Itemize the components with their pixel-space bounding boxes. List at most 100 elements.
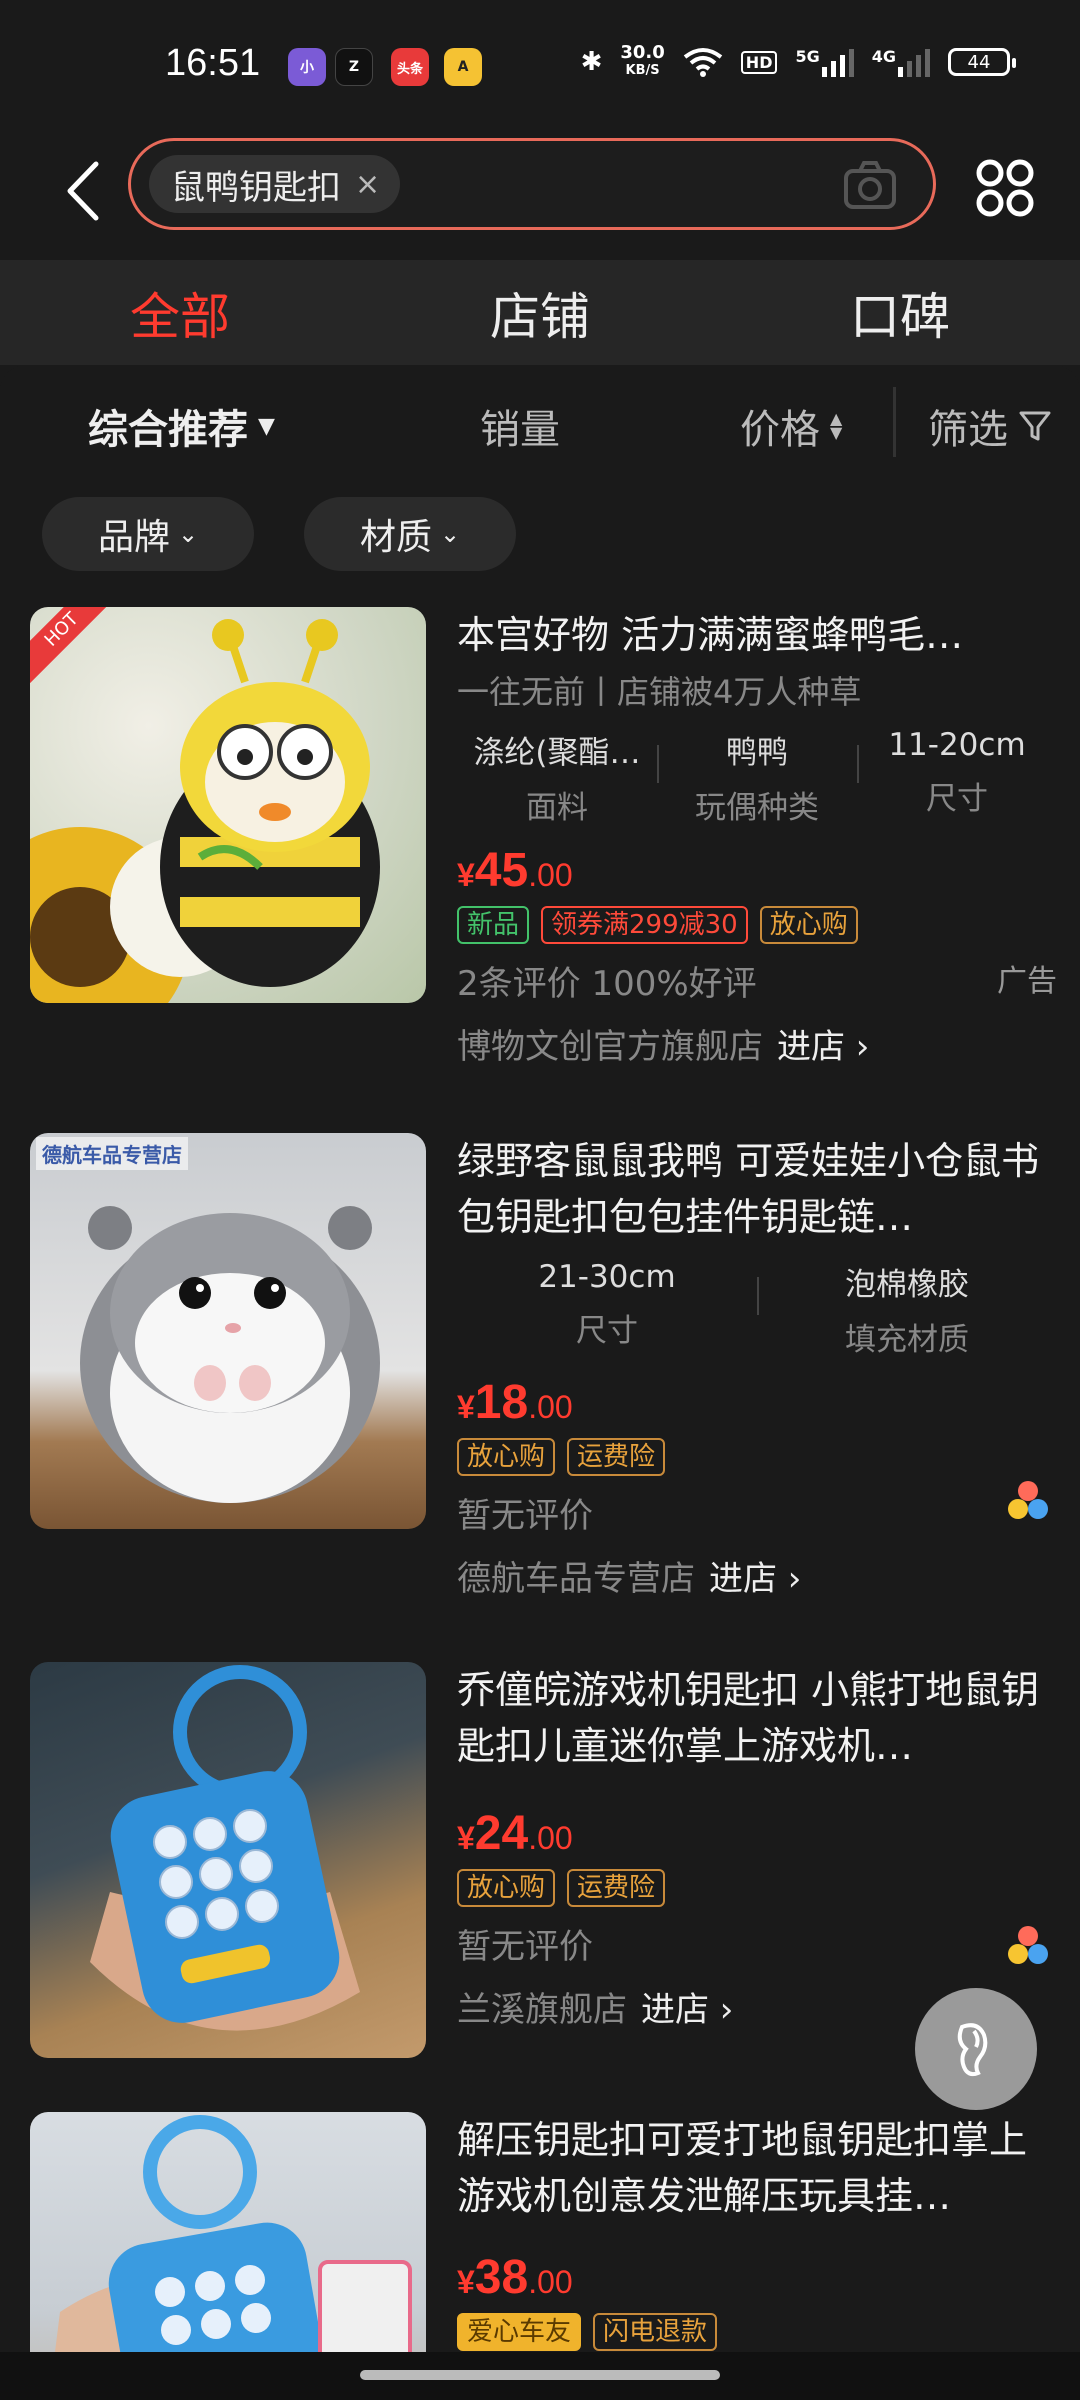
ad-label: 广告 <box>997 964 1057 999</box>
badge-caring: 爱心车友 <box>457 2313 582 2351</box>
price-integer: 38 <box>474 2251 529 2304</box>
product-image[interactable]: HOT <box>30 607 426 1003</box>
product-price: ¥38.00 <box>457 2250 1057 2305</box>
product-title[interactable]: 绿野客鼠鼠我鸭 可爱娃娃小仓鼠书包钥匙扣包包挂件钥匙链… <box>457 1133 1057 1245</box>
bee-duck-plush-image <box>30 619 380 1003</box>
product-badges: 新品 领券满299减30 放心购 <box>457 906 1057 944</box>
funnel-icon <box>1019 411 1051 441</box>
product-card[interactable]: 解压钥匙扣可爱打地鼠钥匙扣掌上游戏机创意发泄解压玩具挂… ¥38.00 爱心车友… <box>0 2112 1080 2352</box>
product-badges: 放心购 运费险 <box>457 1869 1057 1907</box>
attribute: 泡棉橡胶 填充材质 <box>757 1259 1057 1359</box>
price-integer: 45 <box>474 844 529 897</box>
back-arrow-icon[interactable] <box>58 156 118 226</box>
product-price: ¥18.00 <box>457 1375 1057 1430</box>
store-name[interactable]: 兰溪旗舰店 <box>457 1990 627 2030</box>
sort-sales-label: 销量 <box>480 407 560 453</box>
product-title[interactable]: 本宫好物 活力满满蜜蜂鸭毛… <box>457 607 1057 663</box>
keychain-toy-image <box>55 2115 412 2352</box>
browse-history-button[interactable] <box>915 1988 1037 2110</box>
system-navigation-bar <box>0 2352 1080 2400</box>
sort-comprehensive[interactable]: 综合推荐 ▼ <box>88 397 275 455</box>
enter-store-link[interactable]: 进店 › <box>777 1027 869 1067</box>
filter-button[interactable]: 筛选 <box>928 397 1052 455</box>
badge-shipping-insurance: 运费险 <box>567 1869 666 1907</box>
review-summary: 暂无评价 <box>457 1488 1057 1537</box>
badge-assured: 放心购 <box>457 1438 556 1476</box>
search-input[interactable]: 鼠鸭钥匙扣 × <box>128 138 936 230</box>
signal-4g-icon: 4G <box>872 47 930 77</box>
product-info: 本宫好物 活力满满蜜蜂鸭毛… 一往无前丨店铺被4万人种草 涤纶(聚酯… 面料 鸭鸭… <box>457 607 1057 1068</box>
product-card[interactable]: 乔僮皖游戏机钥匙扣 小熊打地鼠钥匙扣儿童迷你掌上游戏机… ¥24.00 放心购 … <box>0 1662 1080 2082</box>
price-decimal: .00 <box>528 2264 573 2300</box>
enter-store-link[interactable]: 进店 › <box>641 1990 733 2030</box>
status-bar: 16:51 小 Z 头条 A ✱ 30.0 KB/S HD 5G 4G 44 <box>0 0 1080 130</box>
product-info: 解压钥匙扣可爱打地鼠钥匙扣掌上游戏机创意发泄解压玩具挂… ¥38.00 爱心车友… <box>457 2112 1057 2351</box>
signal-bars <box>898 47 930 77</box>
currency-symbol: ¥ <box>457 857 475 893</box>
app-notification-icon: 头条 <box>391 48 429 86</box>
clear-keyword-icon[interactable]: × <box>355 167 380 202</box>
product-card[interactable]: HOT 本宫好物 活力满满蜜蜂鸭毛… 一往无前丨店铺被4万人种草 涤纶(聚酯… 面… <box>0 607 1080 1087</box>
review-text: 暂无评价 <box>457 1927 593 1967</box>
hamster-plush-image <box>80 1206 380 1503</box>
tab-all[interactable]: 全部 <box>0 260 360 365</box>
similar-items-icon[interactable] <box>1006 1479 1050 1523</box>
product-attributes: 21-30cm 尺寸 泡棉橡胶 填充材质 <box>457 1259 1057 1359</box>
product-title[interactable]: 解压钥匙扣可爱打地鼠钥匙扣掌上游戏机创意发泄解压玩具挂… <box>457 2112 1057 2224</box>
badge-coupon[interactable]: 领券满299减30 <box>541 906 748 944</box>
attribute-value: 21-30cm <box>538 1259 676 1295</box>
product-image[interactable] <box>30 1662 426 2058</box>
result-tabs: 全部 店铺 口碑 <box>0 260 1080 365</box>
review-summary: 2条评价 100%好评 广告 <box>457 956 1057 1005</box>
wifi-icon <box>683 48 723 77</box>
product-info: 乔僮皖游戏机钥匙扣 小熊打地鼠钥匙扣儿童迷你掌上游戏机… ¥24.00 放心购 … <box>457 1662 1057 2031</box>
filter-brand-label: 品牌 <box>97 517 170 558</box>
product-image[interactable] <box>30 2112 426 2352</box>
more-grid-icon[interactable] <box>975 158 1035 218</box>
signal-5g-icon: 5G <box>795 47 854 77</box>
badge-assured: 放心购 <box>759 906 858 944</box>
tab-shops[interactable]: 店铺 <box>360 260 720 365</box>
product-title[interactable]: 乔僮皖游戏机钥匙扣 小熊打地鼠钥匙扣儿童迷你掌上游戏机… <box>457 1662 1057 1774</box>
product-badges: 爱心车友 闪电退款 <box>457 2313 1057 2351</box>
net-speed-value: 30.0 <box>620 42 665 63</box>
badge-fast-refund: 闪电退款 <box>593 2313 718 2351</box>
camera-icon[interactable] <box>841 157 899 215</box>
sort-comprehensive-label: 综合推荐 <box>88 407 248 453</box>
filter-material[interactable]: 材质 ⌄ <box>304 497 516 571</box>
filter-label: 筛选 <box>928 407 1008 453</box>
review-summary: 暂无评价 <box>457 1919 1057 1968</box>
review-text: 暂无评价 <box>457 1496 593 1536</box>
sort-sales[interactable]: 销量 <box>480 397 560 455</box>
home-gesture-handle[interactable] <box>360 2370 720 2380</box>
filter-brand[interactable]: 品牌 ⌄ <box>42 497 254 571</box>
chevron-down-icon: ⌄ <box>439 520 461 548</box>
tab-reputation[interactable]: 口碑 <box>720 260 1080 365</box>
enter-store-link[interactable]: 进店 › <box>709 1559 801 1599</box>
attribute-key: 填充材质 <box>845 1322 969 1358</box>
search-keyword: 鼠鸭钥匙扣 <box>171 167 341 208</box>
attribute: 11-20cm 尺寸 <box>857 727 1057 827</box>
product-card[interactable]: 德航车品专营店 绿野客鼠鼠我鸭 可爱娃娃小仓鼠书包钥匙扣包包挂件钥匙链… 21-… <box>0 1133 1080 1613</box>
product-image[interactable]: 德航车品专营店 <box>30 1133 426 1529</box>
store-name[interactable]: 博物文创官方旗舰店 <box>457 1027 763 1067</box>
price-decimal: .00 <box>528 1389 573 1425</box>
signal-label: 5G <box>795 47 820 66</box>
app-notification-icon: Z <box>335 48 373 86</box>
store-name[interactable]: 德航车品专营店 <box>457 1559 695 1599</box>
app-notification-icon: A <box>444 48 482 86</box>
price-integer: 24 <box>474 1807 529 1860</box>
sort-price-label: 价格 <box>740 407 820 453</box>
similar-items-icon[interactable] <box>1006 1924 1050 1968</box>
search-keyword-chip[interactable]: 鼠鸭钥匙扣 × <box>149 155 401 213</box>
attribute-value: 涤纶(聚酯… <box>473 735 641 771</box>
filter-material-label: 材质 <box>359 517 432 558</box>
net-speed-unit: KB/S <box>625 63 660 78</box>
attribute-key: 面料 <box>526 790 588 826</box>
attribute-key: 尺寸 <box>926 781 988 817</box>
signal-label: 4G <box>871 47 896 66</box>
product-price: ¥45.00 <box>457 843 1057 898</box>
sort-price[interactable]: 价格 ▲ ▼ <box>740 397 842 455</box>
currency-symbol: ¥ <box>457 1820 475 1856</box>
chevron-down-icon: ⌄ <box>177 520 199 548</box>
